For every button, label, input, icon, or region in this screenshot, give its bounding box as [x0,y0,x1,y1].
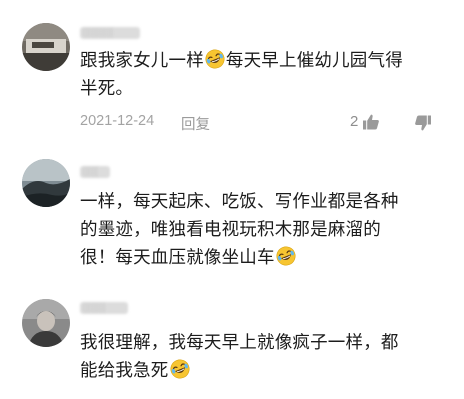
comment-item: ░░░░ 跟我家女儿一样 每天早上催幼儿园气得 半死。 2021-12-24 回复… [0,0,464,140]
comment-text: 跟我家女儿一样 每天早上催幼儿园气得 半死。 [80,47,444,103]
username-masked[interactable]: ░░ [80,166,110,178]
rolling-laughing-emoji [205,49,225,69]
comment-text: 一样，每天起床、吃饭、写作业都是各种 的墨迹，唯独看电视玩积木那是麻溜的 很！每… [80,188,444,272]
rolling-laughing-emoji [276,246,296,266]
avatar[interactable] [22,159,70,207]
username-masked[interactable]: ░░░ [80,302,128,314]
avatar[interactable] [22,23,70,71]
comment-text-line: 一样，每天起床、吃饭、写作业都是各种 [80,192,399,212]
comment-item: ░░░ 我很理解，我每天早上就像疯子一样，都 能给我急死 [0,280,464,399]
comment-text-line: 能给我急死 [80,361,169,381]
username-masked[interactable]: ░░░░ [80,27,140,39]
comment-text-line: 我很理解，我每天早上就像疯子一样，都 [80,333,399,353]
avatar[interactable] [22,299,70,347]
comment-text-line: 每天早上催幼儿园气得 [225,51,403,71]
thumbs-up-icon[interactable] [362,113,380,131]
comment-date: 2021-12-24 [80,113,155,129]
comment-text-line: 的墨迹，唯独看电视玩积木那是麻溜的 [80,220,381,240]
comment-text-line: 很！每天血压就像坐山车 [80,248,275,268]
rolling-laughing-emoji [170,359,190,379]
comment-meta: 2021-12-24 回复 2 [80,113,450,133]
comment-text: 我很理解，我每天早上就像疯子一样，都 能给我急死 [80,329,444,385]
comment-item: ░░ 一样，每天起床、吃饭、写作业都是各种 的墨迹，唯独看电视玩积木那是麻溜的 … [0,140,464,280]
comment-text-line: 半死。 [80,79,134,99]
reply-button[interactable]: 回复 [181,113,210,134]
thumbs-down-icon[interactable] [414,114,432,132]
like-count: 2 [350,113,359,130]
comment-text-line: 跟我家女儿一样 [80,51,204,71]
